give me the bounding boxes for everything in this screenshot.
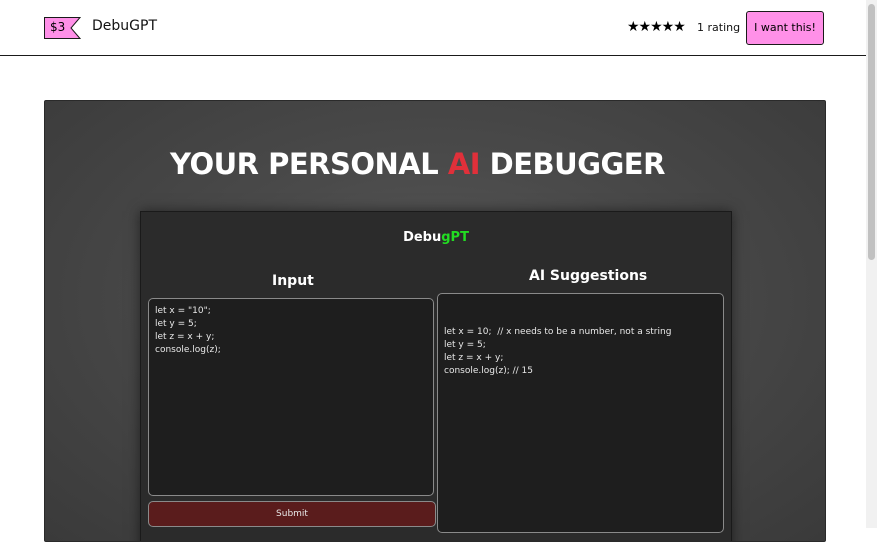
ai-suggestions-output: let x = 10; // x needs to be a number, n…: [437, 293, 724, 533]
app-title-prefix: Debu: [403, 230, 442, 245]
input-code-textarea: let x = "10"; let y = 5; let z = x + y; …: [148, 298, 434, 496]
price-tag: $3: [44, 17, 81, 39]
i-want-this-button[interactable]: I want this!: [746, 11, 824, 45]
price-label: $3: [50, 20, 66, 34]
app-title: DebugPT: [141, 230, 731, 245]
submit-button: Submit: [148, 501, 436, 527]
input-heading: Input: [272, 273, 314, 289]
rating-stars-icon: ★★★★★: [627, 19, 686, 35]
cover-headline-prefix: YOUR PERSONAL: [170, 147, 448, 181]
ai-suggestions-heading: AI Suggestions: [529, 268, 648, 284]
product-name: DebuGPT: [92, 18, 157, 34]
page-scrollbar-thumb[interactable]: [868, 4, 875, 260]
app-preview-panel: DebugPT Input AI Suggestions let x = "10…: [140, 211, 732, 541]
app-title-accent: gPT: [441, 230, 469, 245]
rating-count[interactable]: 1 rating: [697, 21, 740, 34]
cover-headline-accent: AI: [447, 147, 481, 181]
cover-headline: YOUR PERSONAL AI DEBUGGER: [170, 147, 665, 181]
cover-headline-suffix: DEBUGGER: [480, 147, 666, 181]
product-header: $3 DebuGPT ★★★★★ 1 rating I want this!: [0, 0, 866, 56]
product-cover-image: YOUR PERSONAL AI DEBUGGER DebugPT Input …: [44, 100, 826, 542]
